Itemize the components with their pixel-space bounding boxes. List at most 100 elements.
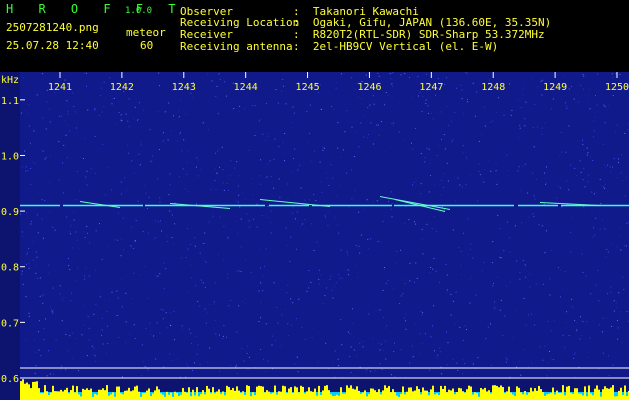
noise-dot [181,203,183,204]
noise-dot [72,210,74,212]
level-bar [182,387,184,400]
noise-dot [86,225,88,227]
noise-dot [531,363,533,365]
noise-dot [525,276,527,278]
noise-dot [260,119,262,120]
noise-dot [147,369,149,371]
noise-dot [264,266,265,267]
noise-dot [45,156,47,158]
level-bar [36,381,38,400]
noise-dot [470,249,472,251]
noise-dot [593,136,594,138]
noise-dot [84,72,86,74]
level-bar [192,389,194,400]
noise-dot [322,150,324,151]
level-bar [532,391,534,400]
level-bar [494,385,496,400]
noise-dot [447,180,449,182]
noise-dot [436,230,438,232]
level-bar [250,396,252,400]
level-bar [234,390,236,400]
noise-dot [306,141,308,143]
level-bar [554,394,556,400]
noise-dot [546,230,547,232]
noise-dot [608,355,609,357]
noise-dot [73,219,75,221]
noise-dot [488,79,490,81]
level-bar [196,387,198,400]
level-bar [108,395,110,400]
noise-dot [568,335,570,336]
noise-dot [609,166,611,168]
noise-dot [205,261,207,263]
level-bar [432,385,434,400]
y-tick-label: 1.1 [1,96,19,107]
level-bar [144,393,146,400]
noise-dot [619,73,621,75]
noise-dot [228,305,230,307]
noise-dot [169,353,171,355]
noise-dot [69,269,71,271]
noise-dot [547,362,549,364]
noise-dot [354,88,356,90]
level-bar [344,393,346,400]
level-bar [446,392,448,400]
noise-dot [560,131,562,133]
x-tick-label: 1250 [605,82,629,93]
noise-dot [446,289,448,291]
level-bar [356,386,358,400]
noise-dot [536,126,538,128]
noise-dot [349,356,351,358]
noise-dot [147,297,148,299]
level-bar [212,387,214,400]
noise-dot [509,83,510,85]
noise-dot [99,295,101,297]
noise-dot [420,310,422,312]
noise-dot [187,150,189,152]
level-bar [618,390,620,400]
noise-dot [190,332,192,334]
noise-dot [626,176,628,178]
noise-dot [250,359,252,361]
level-bar [272,392,274,400]
x-tick-label: 1242 [110,82,134,93]
noise-dot [491,262,493,264]
noise-dot [279,196,281,198]
noise-dot [586,154,588,156]
noise-dot [140,274,142,276]
noise-dot [372,95,374,97]
level-bar [572,393,574,400]
noise-dot [335,282,337,284]
noise-dot [171,360,173,362]
noise-dot [439,347,441,349]
level-bar [472,394,474,400]
noise-dot [204,308,206,310]
noise-dot [22,77,24,79]
noise-dot [332,297,334,299]
noise-dot [68,349,70,351]
noise-dot [143,109,144,111]
noise-dot [422,253,424,255]
noise-dot [84,324,85,326]
noise-dot [490,323,491,325]
level-bar [390,392,392,400]
level-bar [218,389,220,400]
level-bar [244,395,246,400]
noise-dot [111,189,112,191]
noise-dot [549,351,550,352]
level-bar [386,387,388,400]
noise-dot [482,180,483,182]
level-bar [204,394,206,400]
noise-dot [447,291,449,293]
noise-dot [215,95,217,97]
noise-dot [591,237,593,239]
noise-dot [73,106,75,108]
level-bar [542,392,544,400]
noise-dot [166,327,168,329]
noise-dot [45,128,47,130]
noise-dot [350,346,352,348]
level-bar [194,395,196,400]
noise-dot [236,331,238,333]
level-bar [626,395,628,400]
noise-dot [48,181,50,183]
